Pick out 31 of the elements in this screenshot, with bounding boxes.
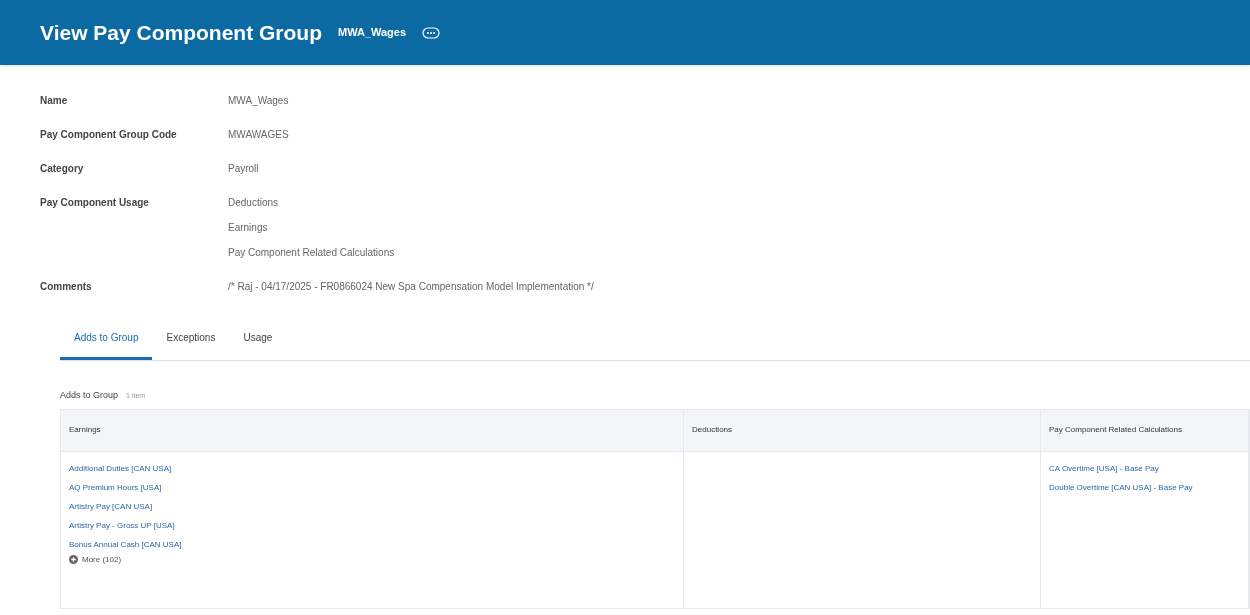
item-link[interactable]: AQ Premium Hours [USA] — [69, 481, 675, 494]
item-link[interactable]: Artistry Pay - Gross UP [USA] — [69, 519, 675, 532]
item-link[interactable]: CA Overtime [USA] - Base Pay — [1049, 462, 1240, 475]
field-value: Pay Component Related Calculations — [228, 246, 395, 260]
field-label: Category — [40, 162, 85, 176]
field-value: Payroll — [228, 162, 259, 176]
column-header: Earnings — [61, 409, 683, 452]
item-link[interactable]: Additional Duties [CAN USA] — [69, 462, 675, 475]
table-title: Adds to Group — [60, 389, 119, 402]
item-link[interactable]: Bonus Annual Cash [CAN USA] — [69, 538, 675, 551]
plus-icon — [69, 555, 78, 564]
column-header: Pay Component Related Calculations — [1041, 409, 1248, 452]
item-link[interactable]: Double Overtime [CAN USA] - Base Pay — [1049, 481, 1240, 494]
more-button[interactable]: More (102) — [69, 553, 675, 566]
tab[interactable]: Exceptions — [152, 330, 230, 360]
column-header: Deductions — [684, 409, 1040, 452]
item-link[interactable]: Artistry Pay [CAN USA] — [69, 500, 675, 513]
field-value: MWA_Wages — [228, 94, 289, 108]
tab[interactable]: Adds to Group — [60, 330, 153, 360]
field-label: Comments — [40, 280, 93, 294]
field-label: Name — [40, 94, 69, 108]
page-subtitle: MWA_Wages — [338, 25, 407, 41]
field-value: /* Raj - 04/17/2025 - FR0866024 New Spa Compensation Model Implementation */ — [228, 280, 594, 294]
field-label: Pay Component Usage — [40, 196, 150, 210]
page-title: View Pay Component Group — [40, 19, 322, 46]
field-value: Deductions — [228, 196, 280, 210]
field-value: Earnings — [228, 221, 269, 235]
more-icon[interactable] — [422, 26, 441, 39]
tab[interactable]: Usage — [229, 330, 287, 360]
field-value: MWAWAGES — [228, 128, 289, 142]
field-label: Pay Component Group Code — [40, 128, 178, 142]
